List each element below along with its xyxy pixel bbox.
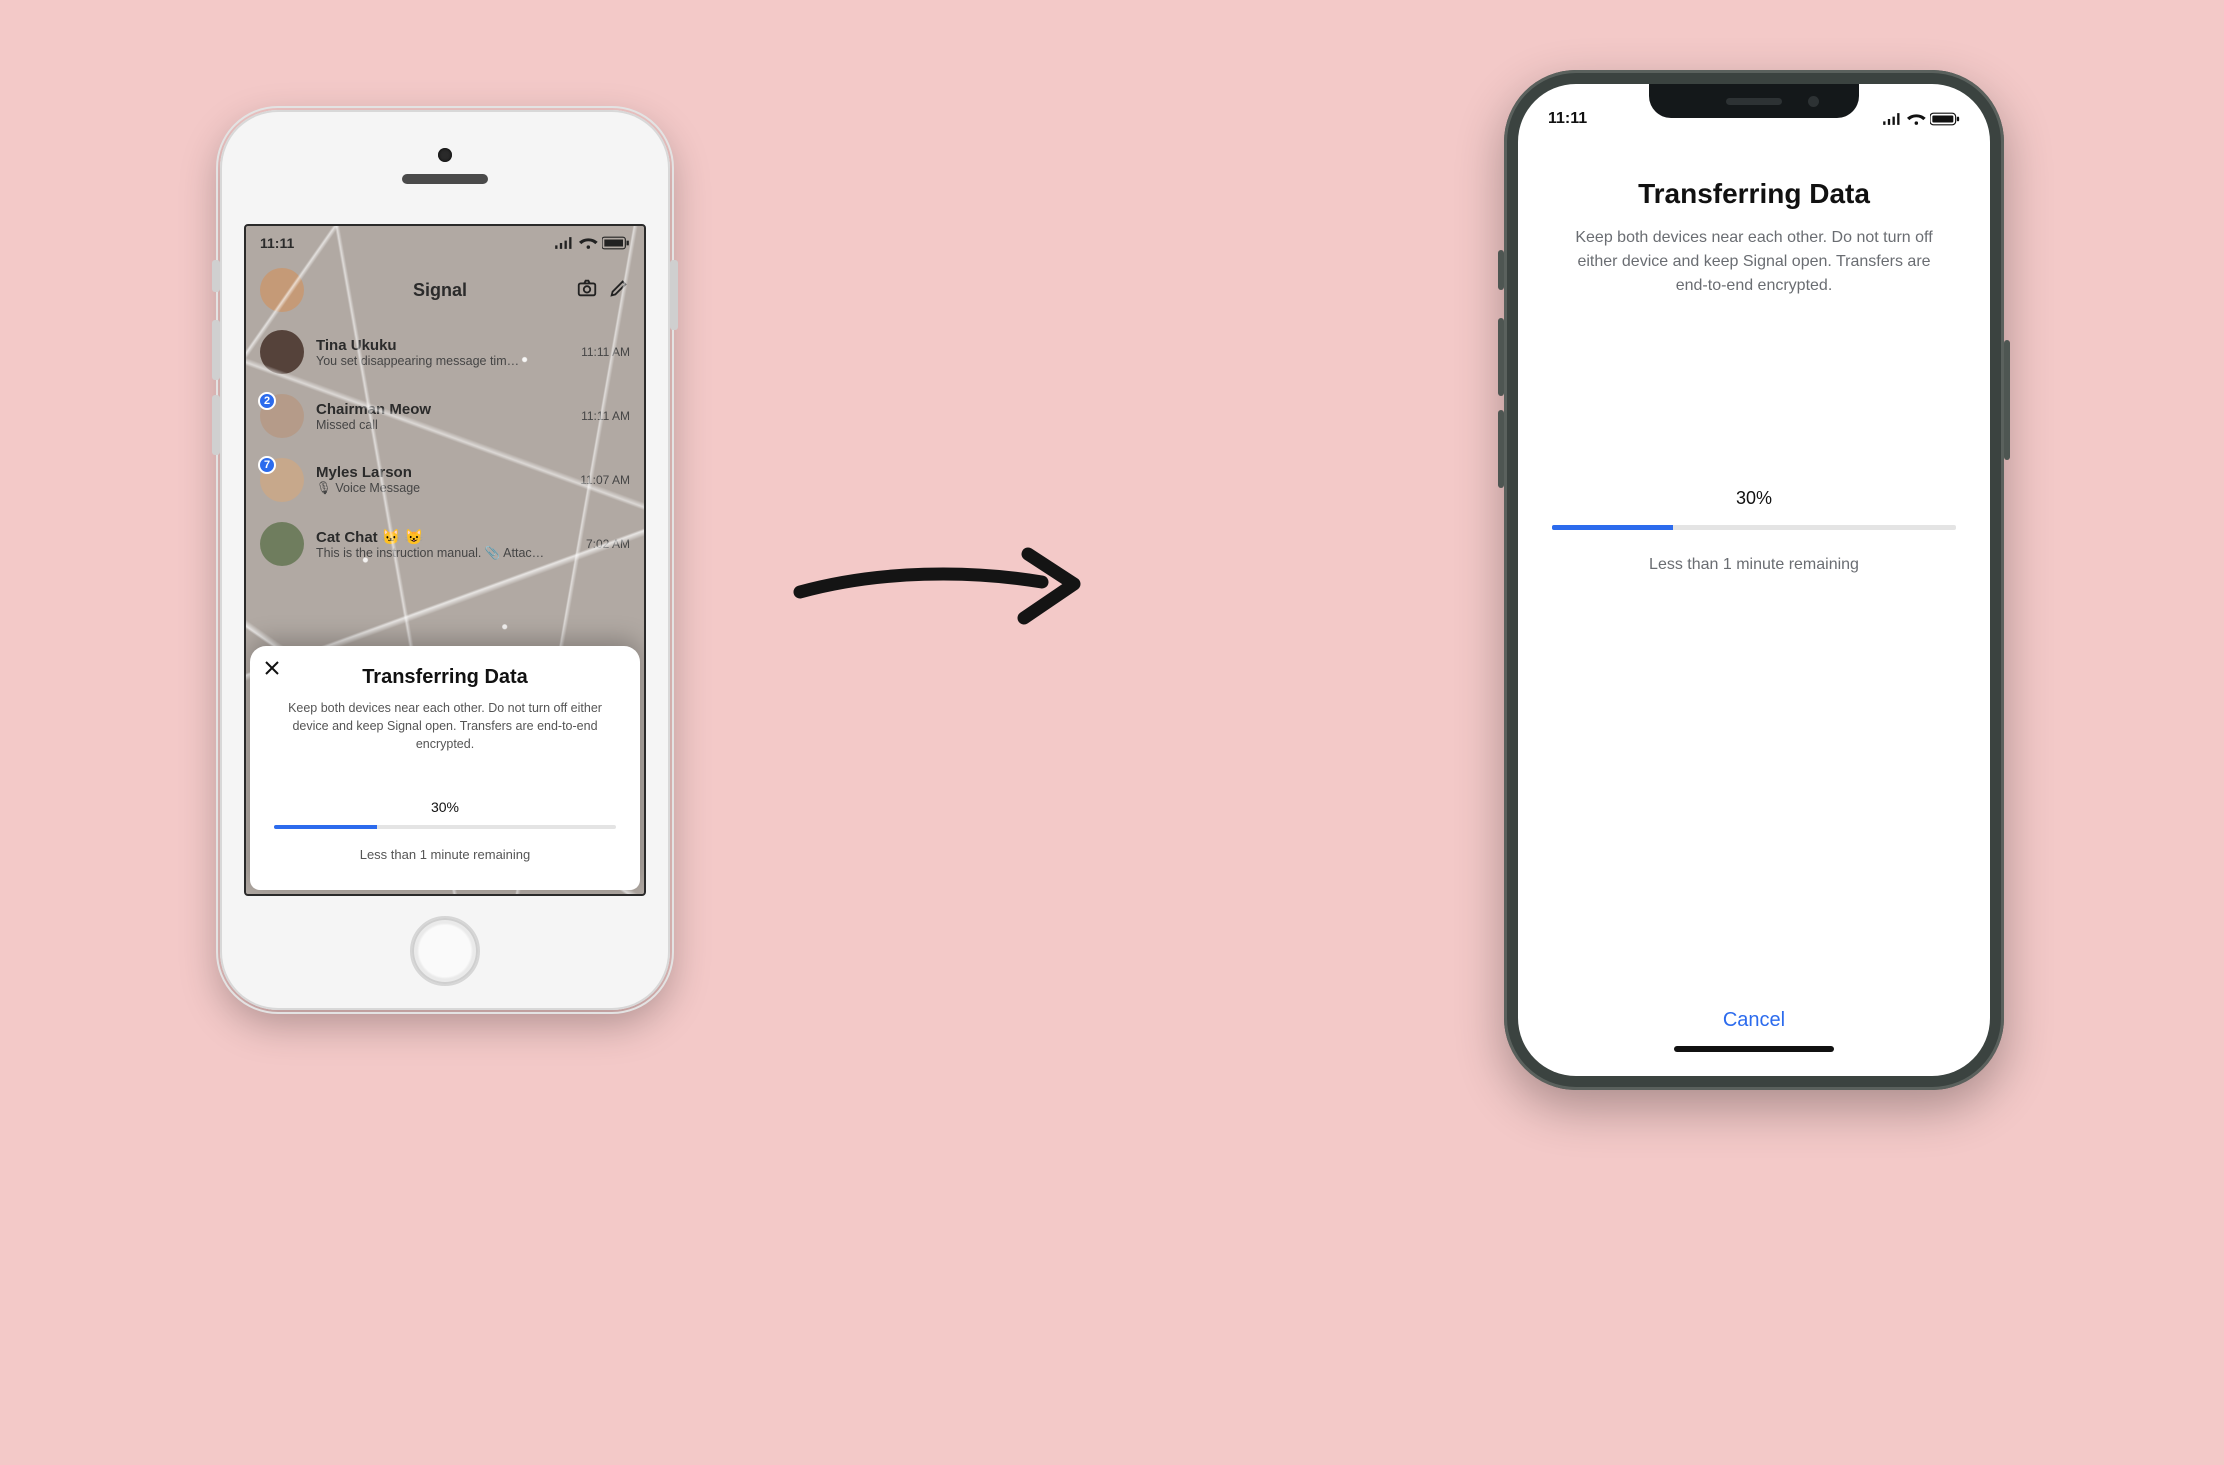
page-title: Transferring Data xyxy=(1552,178,1956,210)
unread-badge: 2 xyxy=(258,392,276,410)
chat-avatar-wrap xyxy=(260,330,304,374)
new-phone-frame: 11:11 Transferring Data Keep both device… xyxy=(1504,70,2004,1090)
cellular-icon xyxy=(554,236,575,250)
chat-row[interactable]: 7 Myles Larson🎙 Voice Message 11:07 AM xyxy=(246,448,644,512)
stage: 11:11 Signal xyxy=(0,0,2224,1465)
chat-preview: Missed call xyxy=(316,418,569,432)
progress-percent-label: 30% xyxy=(1552,488,1956,509)
chat-name: Tina Ukuku xyxy=(316,337,569,354)
battery-icon xyxy=(602,236,630,250)
wifi-icon xyxy=(1907,112,1926,126)
chat-time: 11:07 AM xyxy=(580,473,630,487)
power-button xyxy=(670,260,678,330)
earpiece xyxy=(402,174,488,184)
chat-preview: This is the instruction manual. 📎 Attac… xyxy=(316,546,574,561)
status-icons xyxy=(1882,112,1960,126)
chat-avatar-wrap xyxy=(260,522,304,566)
progress-percent-label: 30% xyxy=(266,799,624,815)
volume-down-button xyxy=(212,395,220,455)
chat-avatar xyxy=(260,330,304,374)
home-indicator[interactable] xyxy=(1674,1046,1834,1052)
volume-down-button xyxy=(1498,410,1504,488)
chat-name: Chairman Meow xyxy=(316,401,569,418)
old-phone-frame: 11:11 Signal xyxy=(220,110,670,1010)
chat-text: Myles Larson🎙 Voice Message xyxy=(316,464,568,496)
app-title: Signal xyxy=(314,280,566,301)
home-button[interactable] xyxy=(410,916,480,986)
chat-rows: Tina UkukuYou set disappearing message t… xyxy=(246,320,644,576)
chat-name: Myles Larson xyxy=(316,464,568,481)
chat-avatar xyxy=(260,522,304,566)
cancel-button[interactable]: Cancel xyxy=(1552,1001,1956,1038)
camera-icon[interactable] xyxy=(576,277,598,304)
chat-name: Cat Chat 🐱 😺 xyxy=(316,528,574,546)
front-camera xyxy=(438,148,452,162)
chat-avatar-wrap: 2 xyxy=(260,394,304,438)
wifi-icon xyxy=(579,236,598,250)
front-camera xyxy=(1808,96,1819,107)
status-bar: 11:11 xyxy=(246,226,644,260)
close-icon[interactable] xyxy=(264,660,280,681)
chat-text: Tina UkukuYou set disappearing message t… xyxy=(316,337,569,368)
time-remaining: Less than 1 minute remaining xyxy=(1552,556,1956,574)
sheet-title: Transferring Data xyxy=(266,666,624,689)
transfer-sheet: Transferring Data Keep both devices near… xyxy=(250,646,640,890)
compose-icon[interactable] xyxy=(608,277,630,304)
time-remaining: Less than 1 minute remaining xyxy=(266,847,624,862)
chat-time: 7:02 AM xyxy=(586,537,630,551)
status-time: 11:11 xyxy=(260,235,294,251)
profile-avatar[interactable] xyxy=(260,268,304,312)
cellular-icon xyxy=(1882,112,1903,126)
progress-bar xyxy=(1552,525,1956,530)
chat-time: 11:11 AM xyxy=(581,345,630,359)
status-icons xyxy=(554,236,630,250)
chat-text: Cat Chat 🐱 😺This is the instruction manu… xyxy=(316,528,574,561)
arrow-icon xyxy=(790,540,1090,630)
chat-time: 11:11 AM xyxy=(581,409,630,423)
progress-bar xyxy=(274,825,616,829)
battery-icon xyxy=(1930,112,1960,126)
chat-row[interactable]: 2 Chairman MeowMissed call 11:11 AM xyxy=(246,384,644,448)
new-phone-screen: 11:11 Transferring Data Keep both device… xyxy=(1518,84,1990,1076)
unread-badge: 7 xyxy=(258,456,276,474)
mute-switch xyxy=(1498,250,1504,290)
chat-preview: 🎙 Voice Message xyxy=(316,481,568,496)
old-phone-screen: 11:11 Signal xyxy=(244,224,646,896)
progress-bar-fill xyxy=(1552,525,1673,530)
sheet-description: Keep both devices near each other. Do no… xyxy=(282,699,608,753)
chat-list-header: Signal xyxy=(246,260,644,320)
earpiece xyxy=(1726,98,1782,105)
chat-row[interactable]: Cat Chat 🐱 😺This is the instruction manu… xyxy=(246,512,644,576)
chat-text: Chairman MeowMissed call xyxy=(316,401,569,432)
chat-preview: You set disappearing message tim… xyxy=(316,354,569,368)
page-description: Keep both devices near each other. Do no… xyxy=(1560,226,1948,298)
volume-up-button xyxy=(1498,318,1504,396)
volume-up-button xyxy=(212,320,220,380)
mute-switch xyxy=(212,260,220,292)
progress-bar-fill xyxy=(274,825,377,829)
display-notch xyxy=(1649,84,1859,118)
chat-row[interactable]: Tina UkukuYou set disappearing message t… xyxy=(246,320,644,384)
transfer-page: Transferring Data Keep both devices near… xyxy=(1518,138,1990,1076)
status-time: 11:11 xyxy=(1548,110,1587,128)
chat-avatar-wrap: 7 xyxy=(260,458,304,502)
power-button xyxy=(2004,340,2010,460)
